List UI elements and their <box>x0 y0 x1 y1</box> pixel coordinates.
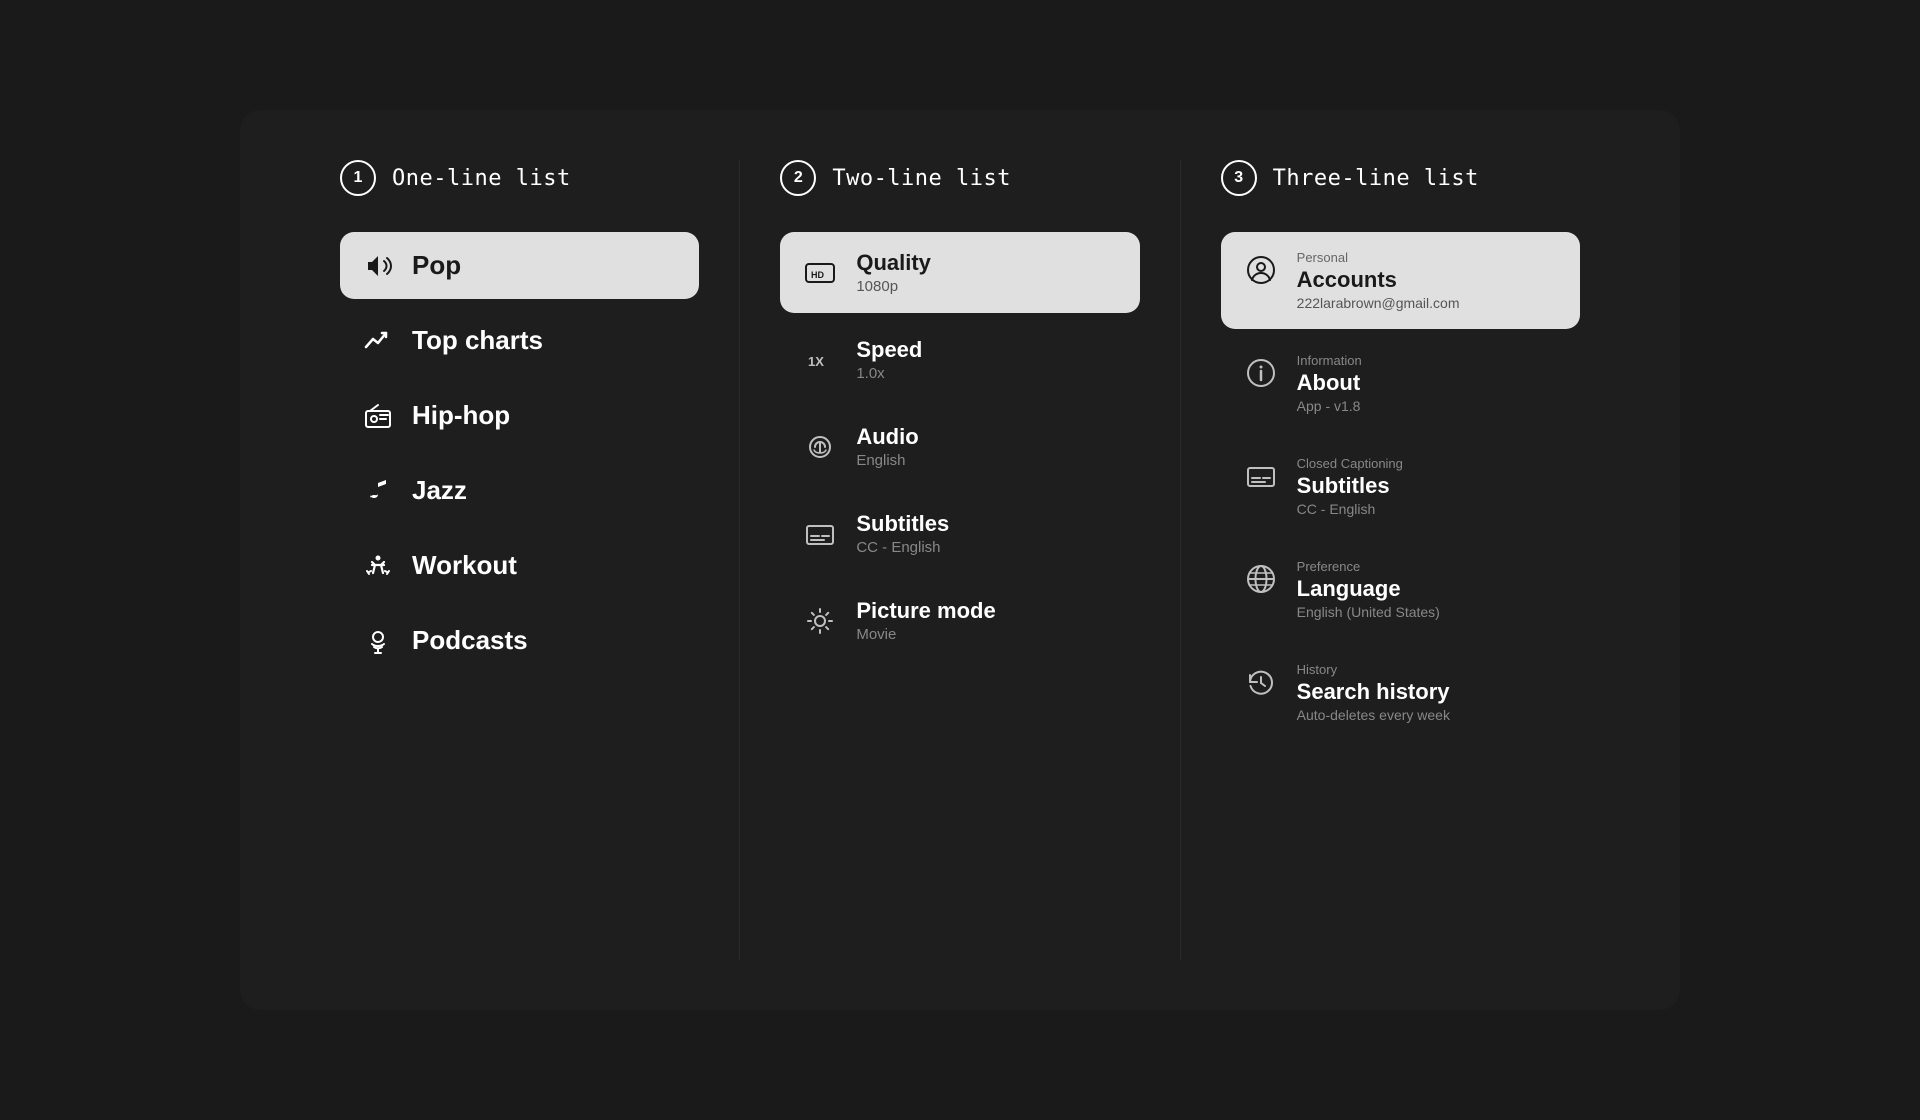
accounts-secondary: 222larabrown@gmail.com <box>1297 295 1460 311</box>
picture-mode-secondary: Movie <box>856 626 995 643</box>
quality-secondary: 1080p <box>856 278 931 295</box>
language-tertiary: Preference <box>1297 559 1440 574</box>
svg-text:1X: 1X <box>808 354 824 369</box>
language-primary: Language <box>1297 576 1440 602</box>
language-text: Preference Language English (United Stat… <box>1297 559 1440 620</box>
list-item-jazz[interactable]: Jazz <box>340 457 699 524</box>
jazz-icon <box>364 477 392 505</box>
list-item-subtitles[interactable]: Subtitles CC - English <box>780 493 1139 574</box>
list-item-accounts[interactable]: Personal Accounts 222larabrown@gmail.com <box>1221 232 1580 329</box>
globe-icon <box>1245 563 1277 595</box>
list-item-top-charts[interactable]: Top charts <box>340 307 699 374</box>
list-item-quality[interactable]: HD Quality 1080p <box>780 232 1139 313</box>
speed-primary: Speed <box>856 337 922 363</box>
column-one-line: 1 One-line list Pop Top charts <box>300 160 740 960</box>
badge-3: 3 <box>1221 160 1257 196</box>
badge-2: 2 <box>780 160 816 196</box>
speaker-icon <box>364 252 392 280</box>
top-charts-label: Top charts <box>412 325 543 356</box>
list-item-hip-hop[interactable]: Hip-hop <box>340 382 699 449</box>
list-item-search-history[interactable]: History Search history Auto-deletes ever… <box>1221 644 1580 741</box>
about-text: Information About App - v1.8 <box>1297 353 1362 414</box>
workout-label: Workout <box>412 550 517 581</box>
subtitles-cc-primary: Subtitles <box>1297 473 1403 499</box>
search-history-tertiary: History <box>1297 662 1450 677</box>
list-item-about[interactable]: Information About App - v1.8 <box>1221 335 1580 432</box>
list-item-picture-mode[interactable]: Picture mode Movie <box>780 580 1139 661</box>
about-secondary: App - v1.8 <box>1297 398 1362 414</box>
main-container: 1 One-line list Pop Top charts <box>240 110 1680 1010</box>
history-icon <box>1245 666 1277 698</box>
accounts-primary: Accounts <box>1297 267 1460 293</box>
search-history-text: History Search history Auto-deletes ever… <box>1297 662 1450 723</box>
picture-mode-text: Picture mode Movie <box>856 598 995 643</box>
column-one-header: 1 One-line list <box>340 160 699 196</box>
list-item-speed[interactable]: 1X Speed 1.0x <box>780 319 1139 400</box>
search-history-secondary: Auto-deletes every week <box>1297 707 1450 723</box>
list-item-workout[interactable]: Workout <box>340 532 699 599</box>
list-item-audio[interactable]: Audio English <box>780 406 1139 487</box>
list-item-language[interactable]: Preference Language English (United Stat… <box>1221 541 1580 638</box>
audio-icon <box>804 431 836 463</box>
speed-icon: 1X <box>804 344 836 376</box>
quality-primary: Quality <box>856 250 931 276</box>
speed-secondary: 1.0x <box>856 365 922 382</box>
hd-icon: HD <box>804 257 836 289</box>
subtitles-icon <box>804 518 836 550</box>
svg-text:HD: HD <box>811 270 824 280</box>
audio-text: Audio English <box>856 424 918 469</box>
jazz-label: Jazz <box>412 475 467 506</box>
info-icon <box>1245 357 1277 389</box>
cc-icon <box>1245 460 1277 492</box>
column-three-header: 3 Three-line list <box>1221 160 1580 196</box>
column-two-line: 2 Two-line list HD Quality 1080p 1X <box>740 160 1180 960</box>
subtitles-text: Subtitles CC - English <box>856 511 949 556</box>
list-item-pop[interactable]: Pop <box>340 232 699 299</box>
radio-icon <box>364 402 392 430</box>
header-title-3: Three-line list <box>1273 166 1479 191</box>
accounts-text: Personal Accounts 222larabrown@gmail.com <box>1297 250 1460 311</box>
subtitles-cc-secondary: CC - English <box>1297 501 1403 517</box>
column-three-line: 3 Three-line list Personal Accounts 222l… <box>1181 160 1620 960</box>
list-item-podcasts[interactable]: Podcasts <box>340 607 699 674</box>
quality-text: Quality 1080p <box>856 250 931 295</box>
pop-label: Pop <box>412 250 461 281</box>
podcasts-icon <box>364 627 392 655</box>
column-two-header: 2 Two-line list <box>780 160 1139 196</box>
subtitles-cc-text: Closed Captioning Subtitles CC - English <box>1297 456 1403 517</box>
audio-secondary: English <box>856 452 918 469</box>
badge-1: 1 <box>340 160 376 196</box>
picture-mode-primary: Picture mode <box>856 598 995 624</box>
subtitles-cc-tertiary: Closed Captioning <box>1297 456 1403 471</box>
speed-text: Speed 1.0x <box>856 337 922 382</box>
subtitles-primary: Subtitles <box>856 511 949 537</box>
trending-icon <box>364 327 392 355</box>
about-tertiary: Information <box>1297 353 1362 368</box>
audio-primary: Audio <box>856 424 918 450</box>
accounts-tertiary: Personal <box>1297 250 1460 265</box>
hip-hop-label: Hip-hop <box>412 400 510 431</box>
language-secondary: English (United States) <box>1297 604 1440 620</box>
header-title-2: Two-line list <box>832 166 1011 191</box>
workout-icon <box>364 552 392 580</box>
subtitles-secondary: CC - English <box>856 539 949 556</box>
account-icon <box>1245 254 1277 286</box>
list-item-subtitles-cc[interactable]: Closed Captioning Subtitles CC - English <box>1221 438 1580 535</box>
search-history-primary: Search history <box>1297 679 1450 705</box>
picture-icon <box>804 605 836 637</box>
header-title-1: One-line list <box>392 166 571 191</box>
about-primary: About <box>1297 370 1362 396</box>
podcasts-label: Podcasts <box>412 625 528 656</box>
